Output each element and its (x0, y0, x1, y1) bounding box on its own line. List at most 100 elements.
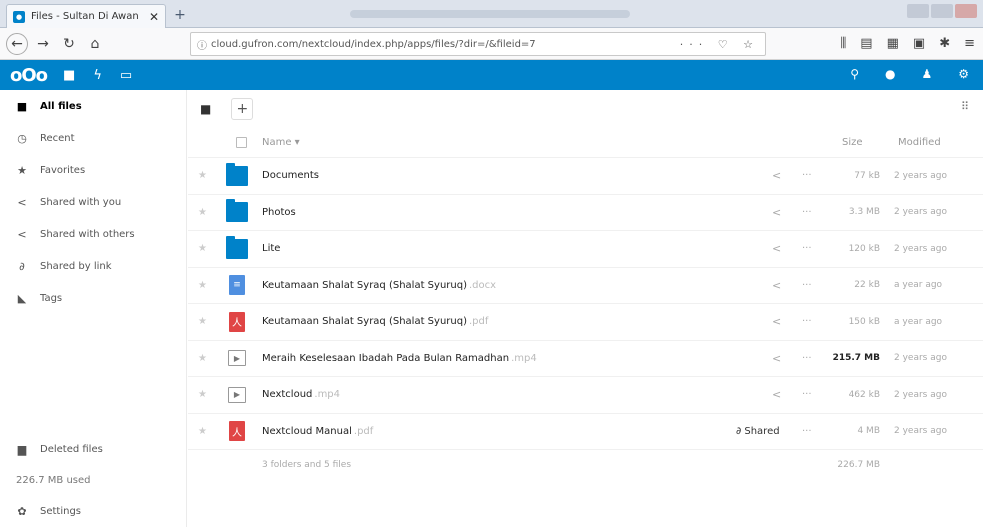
pocket-icon[interactable]: ▦ (887, 36, 899, 51)
share-icon[interactable]: < (772, 279, 781, 292)
file-name[interactable]: Documents (262, 170, 321, 181)
home-icon[interactable]: ⌂ (84, 33, 106, 55)
more-actions-icon[interactable]: ··· (802, 389, 812, 400)
share-icon[interactable]: < (772, 315, 781, 328)
file-modified: a year ago (894, 280, 943, 291)
sidebar-item-shared-by-link[interactable]: ∂ Shared by link (0, 250, 186, 282)
more-actions-icon[interactable]: ··· (802, 243, 812, 254)
file-modified: 2 years ago (894, 426, 947, 437)
table-row[interactable]: ★ Lite < ··· 120 kB 2 years ago (188, 231, 983, 268)
app-content: ■ + ⠿ Name ▾ Size Modified ★ Documents <… (188, 90, 983, 527)
reload-icon[interactable]: ↻ (58, 33, 80, 55)
table-row[interactable]: ★ Photos < ··· 3.3 MB 2 years ago (188, 195, 983, 231)
document-file-icon: ≡ (229, 275, 245, 296)
table-row[interactable]: ★ 人 Keutamaan Shalat Syraq (Shalat Syuru… (188, 304, 983, 341)
favorite-star-icon[interactable]: ★ (198, 426, 207, 437)
table-row[interactable]: ★ ▶ Nextcloud .mp4 < ··· 462 kB 2 years a… (188, 377, 983, 414)
favorite-star-icon[interactable]: ★ (198, 316, 207, 327)
sidebar-item-deleted-files[interactable]: ▆ Deleted files (0, 433, 187, 465)
table-row[interactable]: ★ ≡ Keutamaan Shalat Syraq (Shalat Syuru… (188, 268, 983, 304)
sidebar-item-label: Recent (40, 132, 75, 144)
file-modified: 2 years ago (894, 353, 947, 364)
file-modified: 2 years ago (894, 389, 947, 400)
grid-view-toggle-icon[interactable]: ⠿ (961, 100, 969, 113)
window-controls (907, 4, 977, 18)
sidebar-item-shared-with-others[interactable]: < Shared with others (0, 218, 186, 250)
sidebar-item-label: Favorites (40, 164, 86, 176)
tab-close-icon[interactable]: ✕ (149, 10, 159, 24)
settings-menu-icon[interactable]: ⚙ (958, 67, 969, 81)
sidebar-item-favorites[interactable]: ★ Favorites (0, 154, 186, 186)
favorite-star-icon[interactable]: ★ (198, 207, 207, 218)
file-name[interactable]: Photos (262, 207, 298, 218)
extension-icon[interactable]: ✱ (939, 36, 950, 51)
sidebar-item-shared-with-you[interactable]: < Shared with you (0, 186, 186, 218)
contacts-icon[interactable]: ♟ (921, 67, 932, 81)
minimize-icon[interactable] (907, 4, 929, 18)
favorite-star-icon[interactable]: ★ (198, 280, 207, 291)
file-name[interactable]: Nextcloud .mp4 (262, 389, 340, 400)
files-controls: ■ + (188, 90, 983, 128)
more-actions-icon[interactable]: ··· (802, 207, 812, 218)
share-icon[interactable]: < (772, 388, 781, 401)
favorite-star-icon[interactable]: ★ (198, 353, 207, 364)
share-icon[interactable]: < (772, 242, 781, 255)
sidebar-icon[interactable]: ▤ (860, 36, 872, 51)
file-name[interactable]: Keutamaan Shalat Syraq (Shalat Syuruq) .d… (262, 280, 496, 291)
sidebar-item-tags[interactable]: ◣ Tags (0, 282, 186, 314)
gallery-app-icon[interactable]: ▭ (120, 68, 132, 83)
table-row[interactable]: ★ Documents < ··· 77 kB 2 years ago (188, 158, 983, 195)
more-actions-icon[interactable]: ··· (802, 170, 812, 181)
table-row[interactable]: ★ ▶ Meraih Keselesaan Ibadah Pada Bulan … (188, 341, 983, 377)
forward-arrow-icon[interactable]: → (32, 33, 54, 55)
file-name[interactable]: Meraih Keselesaan Ibadah Pada Bulan Rama… (262, 353, 537, 364)
back-arrow-icon[interactable]: ← (6, 32, 28, 55)
favorite-star-icon[interactable]: ★ (198, 243, 207, 254)
library-icon[interactable]: ⫼ (840, 36, 846, 51)
screenshot-icon[interactable]: ▣ (913, 36, 925, 51)
notifications-icon[interactable]: ● (885, 67, 895, 81)
more-actions-icon[interactable]: ··· (802, 353, 812, 364)
url-actions[interactable]: ··· ♡ ☆ (680, 38, 759, 51)
share-icon[interactable]: < (772, 206, 781, 219)
files-app-icon[interactable]: ■ (63, 68, 75, 83)
column-name-sort[interactable]: Name ▾ (262, 137, 300, 148)
pdf-file-icon: 人 (229, 311, 245, 332)
share-icon[interactable]: < (772, 169, 781, 182)
column-size-sort[interactable]: Size (842, 137, 863, 148)
favorite-star-icon[interactable]: ★ (198, 389, 207, 400)
file-size: 215.7 MB (832, 353, 880, 364)
menu-icon[interactable]: ≡ (964, 36, 975, 51)
new-tab-button[interactable]: + (170, 6, 190, 24)
sidebar-item-label: Shared with you (40, 196, 122, 208)
more-actions-icon[interactable]: ··· (802, 280, 812, 291)
shared-link-label[interactable]: ∂ Shared (736, 426, 780, 437)
file-name[interactable]: Keutamaan Shalat Syraq (Shalat Syuruq) .p… (262, 316, 488, 327)
activity-app-icon[interactable]: ϟ (93, 68, 102, 83)
window-close-icon[interactable] (955, 4, 977, 18)
file-modified: 2 years ago (894, 207, 947, 218)
file-name[interactable]: Nextcloud Manual .pdf (262, 426, 373, 437)
select-all-checkbox[interactable] (236, 137, 247, 148)
browser-tab[interactable]: ● Files - Sultan Di Awan ✕ (6, 4, 166, 28)
favorite-star-icon[interactable]: ★ (198, 170, 207, 181)
sidebar-item-settings[interactable]: ✿ Settings (0, 495, 187, 527)
more-actions-icon[interactable]: ··· (802, 316, 812, 327)
sidebar-item-recent[interactable]: ◷ Recent (0, 122, 186, 154)
sidebar-item-all-files[interactable]: ■ All files (0, 90, 186, 122)
more-actions-icon[interactable]: ··· (802, 426, 812, 437)
search-icon[interactable]: ⚲ (850, 67, 859, 81)
maximize-icon[interactable] (931, 4, 953, 18)
share-icon[interactable]: < (772, 352, 781, 365)
file-modified: a year ago (894, 316, 943, 327)
url-bar[interactable]: ⓘ cloud.gufron.com/nextcloud/index.php/a… (190, 32, 766, 56)
file-name[interactable]: Lite (262, 243, 282, 254)
column-modified-sort[interactable]: Modified (898, 137, 941, 148)
clock-icon: ◷ (17, 131, 27, 145)
video-file-icon: ▶ (228, 386, 246, 403)
new-file-button[interactable]: + (231, 98, 254, 120)
home-breadcrumb-icon[interactable]: ■ (200, 102, 211, 116)
nextcloud-logo[interactable]: oOo (10, 65, 48, 86)
table-row[interactable]: ★ 人 Nextcloud Manual .pdf ∂ Shared ··· 4 … (188, 414, 983, 450)
url-text[interactable]: cloud.gufron.com/nextcloud/index.php/app… (211, 39, 680, 50)
